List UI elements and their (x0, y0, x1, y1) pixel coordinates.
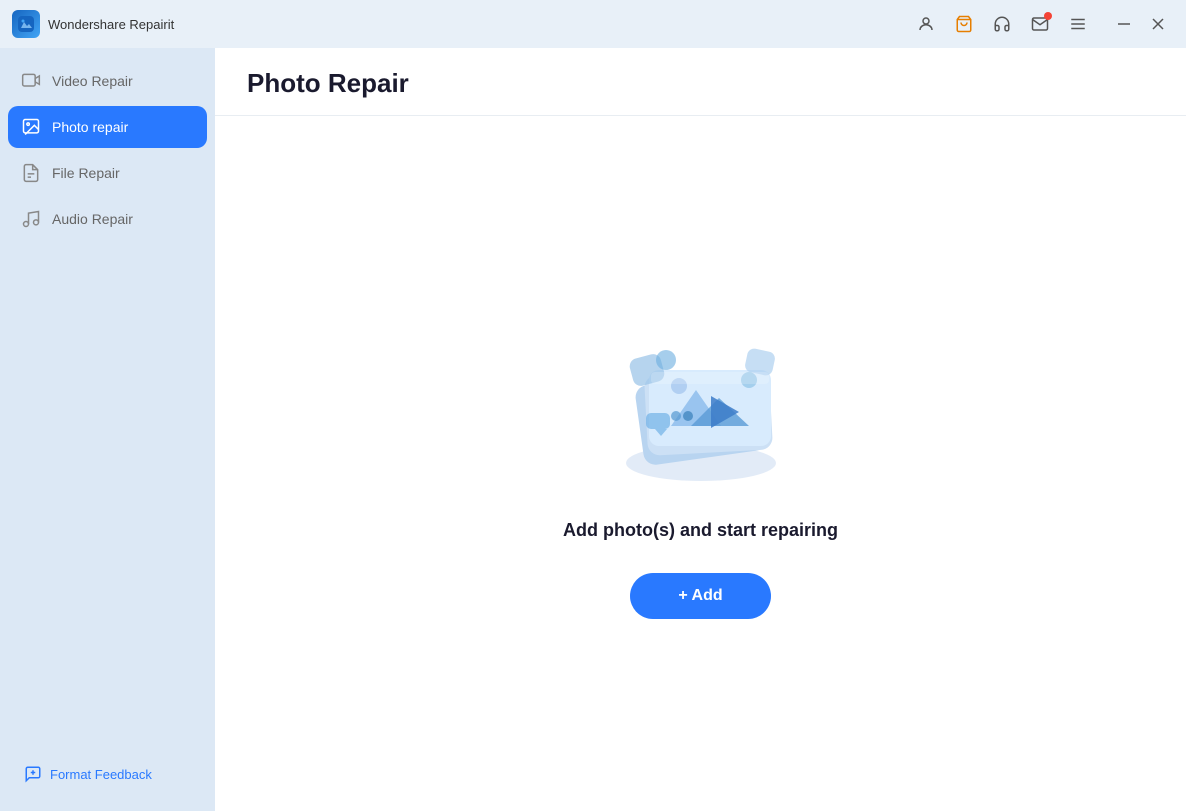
sidebar-item-label-video: Video Repair (52, 73, 133, 89)
minimize-button[interactable] (1108, 8, 1140, 40)
cart-button[interactable] (948, 8, 980, 40)
close-button[interactable] (1142, 8, 1174, 40)
file-repair-icon (20, 162, 42, 184)
content-area: Photo Repair (215, 48, 1186, 811)
photo-repair-icon (20, 116, 42, 138)
account-button[interactable] (910, 8, 942, 40)
app-title: Wondershare Repairit (48, 17, 174, 32)
format-feedback-button[interactable]: Format Feedback (12, 757, 203, 791)
add-button-label: + Add (678, 587, 722, 605)
menu-button[interactable] (1062, 8, 1094, 40)
mail-badge (1044, 12, 1052, 20)
mail-button[interactable] (1024, 8, 1056, 40)
content-body: Add photo(s) and start repairing + Add (215, 116, 1186, 811)
sidebar-item-label-photo: Photo repair (52, 119, 128, 135)
add-button[interactable]: + Add (630, 573, 770, 619)
sidebar-item-photo-repair[interactable]: Photo repair (8, 106, 207, 148)
audio-repair-icon (20, 208, 42, 230)
video-repair-icon (20, 70, 42, 92)
sidebar-footer: Format Feedback (8, 749, 207, 799)
content-subtitle: Add photo(s) and start repairing (563, 520, 838, 541)
title-bar-left: Wondershare Repairit (12, 10, 174, 38)
support-button[interactable] (986, 8, 1018, 40)
content-header: Photo Repair (215, 48, 1186, 116)
page-title: Photo Repair (247, 68, 1154, 99)
photo-repair-illustration (591, 308, 811, 488)
sidebar: Video Repair Photo repair (0, 48, 215, 811)
sidebar-nav: Video Repair Photo repair (8, 60, 207, 749)
feedback-icon (24, 765, 42, 783)
main-layout: Video Repair Photo repair (0, 48, 1186, 811)
title-bar: Wondershare Repairit (0, 0, 1186, 48)
sidebar-item-video-repair[interactable]: Video Repair (8, 60, 207, 102)
sidebar-item-label-audio: Audio Repair (52, 211, 133, 227)
sidebar-item-label-file: File Repair (52, 165, 120, 181)
format-feedback-label: Format Feedback (50, 767, 152, 782)
app-icon (12, 10, 40, 38)
sidebar-item-audio-repair[interactable]: Audio Repair (8, 198, 207, 240)
sidebar-item-file-repair[interactable]: File Repair (8, 152, 207, 194)
title-bar-right (910, 8, 1174, 40)
window-controls (1108, 8, 1174, 40)
